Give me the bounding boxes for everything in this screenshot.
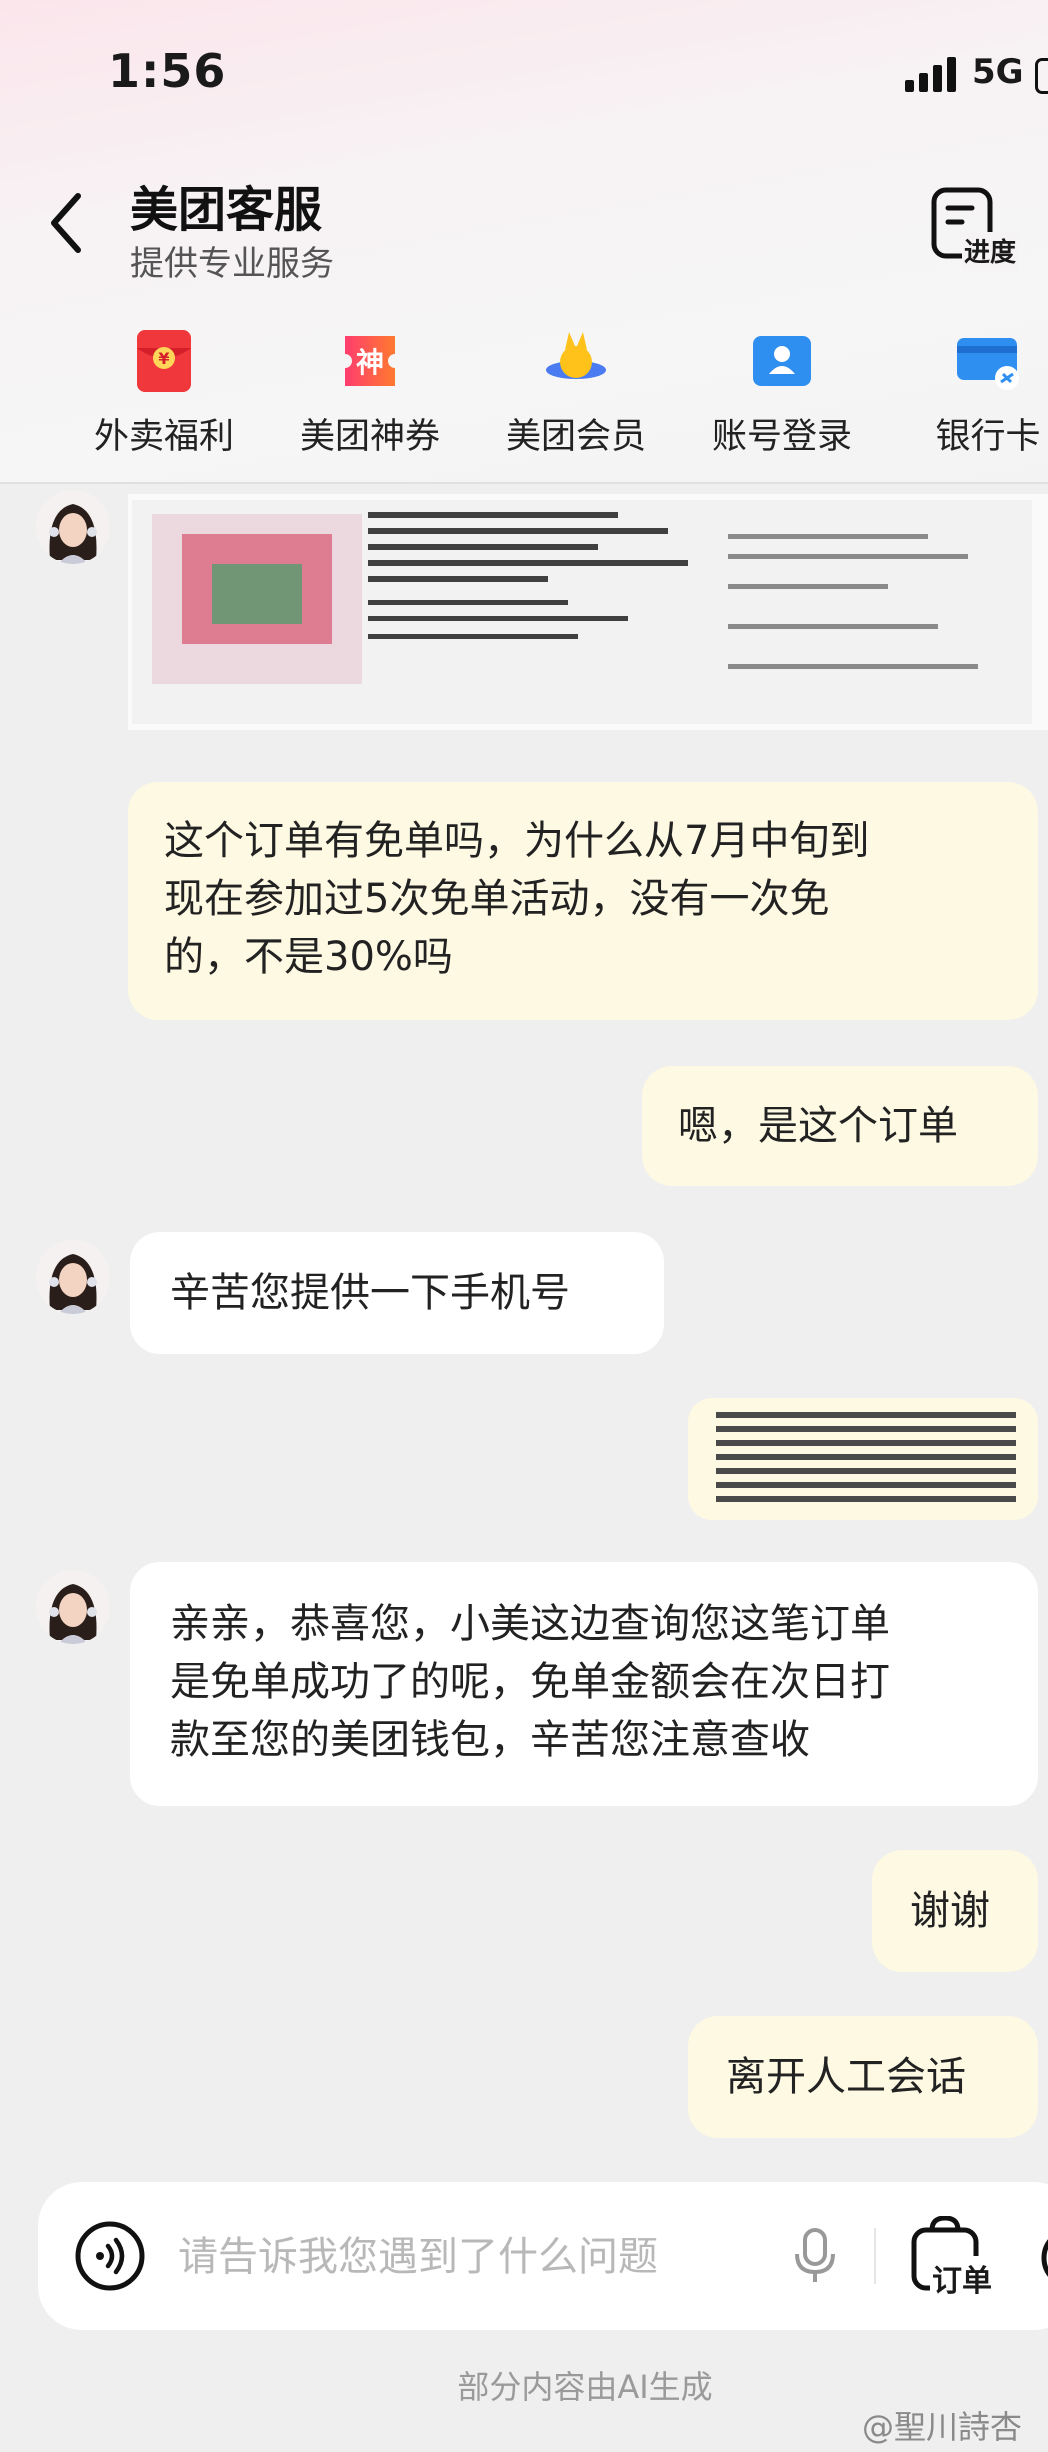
user-message-bubble: 这个订单有免单吗，为什么从7月中旬到 现在参加过5次免单活动，没有一次免 的，不… [128, 782, 1038, 1020]
page-subtitle: 提供专业服务 [130, 244, 334, 284]
chat-header: 美团客服 提供专业服务 进度 [0, 150, 1048, 300]
agent-avatar [36, 1570, 110, 1644]
progress-label: 进度 [962, 232, 1019, 269]
svg-text:神: 神 [356, 346, 384, 379]
order-label: 订单 [930, 2256, 994, 2300]
microphone-icon [795, 2228, 835, 2282]
member-icon [546, 332, 606, 379]
quick-item-label: 外卖福利 [93, 417, 234, 457]
agent-avatar-image [36, 1240, 110, 1314]
agent-avatar-image [36, 1570, 110, 1644]
agent-message-bubble: 亲亲，恭喜您，小美这边查询您这笔订单 是免单成功了的呢，免单金额会在次日打 款至… [130, 1562, 1038, 1806]
agent-image-message[interactable] [128, 494, 1048, 730]
progress-button[interactable]: 进度 [930, 186, 1030, 276]
red-envelope-icon: ¥ [137, 330, 191, 392]
quick-item-label: 美团神券 [299, 417, 440, 457]
message-line: 的，不是30%吗 [164, 934, 453, 980]
signal-icon [905, 56, 959, 92]
message-line: 辛苦您提供一下手机号 [170, 1270, 570, 1316]
quick-item-account-login[interactable]: 账号登录 [692, 320, 872, 480]
page-title: 美团客服 [130, 182, 323, 238]
order-button[interactable]: 订单 [910, 2216, 1010, 2302]
quick-item-bank-card[interactable]: 银行卡 [898, 320, 1048, 480]
chevron-left-icon [51, 193, 81, 253]
message-line: 这个订单有免单吗，为什么从7月中旬到 [164, 818, 870, 864]
message-line: 现在参加过5次免单活动，没有一次免 [164, 876, 830, 922]
status-time: 1:56 [108, 44, 227, 98]
more-button[interactable] [1040, 2226, 1048, 2290]
quick-service-bar: ¥ 外卖福利 神 美团神券 美团会员 账号登录 银行卡 [0, 320, 1048, 480]
quick-item-takeout-welfare[interactable]: ¥ 外卖福利 [74, 320, 254, 480]
quick-item-label: 美团会员 [505, 417, 646, 457]
quick-item-coupon[interactable]: 神 美团神券 [280, 320, 460, 480]
agent-avatar [36, 1240, 110, 1314]
status-bar: 1:56 5G [0, 0, 1048, 140]
bank-card-icon [957, 338, 1019, 390]
message-input[interactable] [176, 2228, 790, 2286]
user-message-bubble: 谢谢 [872, 1850, 1038, 1972]
user-message-bubble: 离开人工会话 [688, 2016, 1038, 2138]
header-divider [0, 482, 1048, 484]
message-line: 谢谢 [910, 1888, 990, 1934]
coupon-icon: 神 [345, 336, 395, 386]
agent-message-bubble: 辛苦您提供一下手机号 [130, 1232, 664, 1354]
microphone-button[interactable] [790, 2226, 840, 2286]
user-image-message[interactable] [688, 1398, 1038, 1520]
message-line: 离开人工会话 [726, 2054, 966, 2100]
quick-item-member[interactable]: 美团会员 [486, 320, 666, 480]
voice-input-button[interactable] [74, 2220, 146, 2292]
message-line: 亲亲，恭喜您，小美这边查询您这笔订单 [170, 1601, 890, 1647]
network-type: 5G [972, 52, 1024, 92]
account-icon [753, 336, 811, 386]
back-button[interactable] [38, 188, 98, 258]
agent-avatar-image [36, 490, 110, 564]
more-icon [1041, 2239, 1048, 2277]
message-line: 嗯，是这个订单 [678, 1103, 958, 1149]
voice-wave-icon [75, 2221, 145, 2291]
battery-icon [1035, 58, 1048, 94]
input-separator [874, 2228, 876, 2284]
quick-item-label: 账号登录 [711, 417, 852, 457]
user-message-bubble: 嗯，是这个订单 [642, 1066, 1038, 1186]
watermark: @聖川詩杏 [862, 2408, 1023, 2446]
message-line: 是免单成功了的呢，免单金额会在次日打 [170, 1659, 890, 1705]
quick-item-label: 银行卡 [935, 417, 1041, 457]
pixelated-order-image [132, 500, 1032, 724]
chat-input-bar: 订单 [38, 2182, 1048, 2330]
agent-avatar [36, 490, 110, 564]
svg-text:¥: ¥ [158, 349, 169, 368]
pixelated-phone-image [716, 1412, 1016, 1502]
message-line: 款至您的美团钱包，辛苦您注意查收 [170, 1717, 810, 1763]
